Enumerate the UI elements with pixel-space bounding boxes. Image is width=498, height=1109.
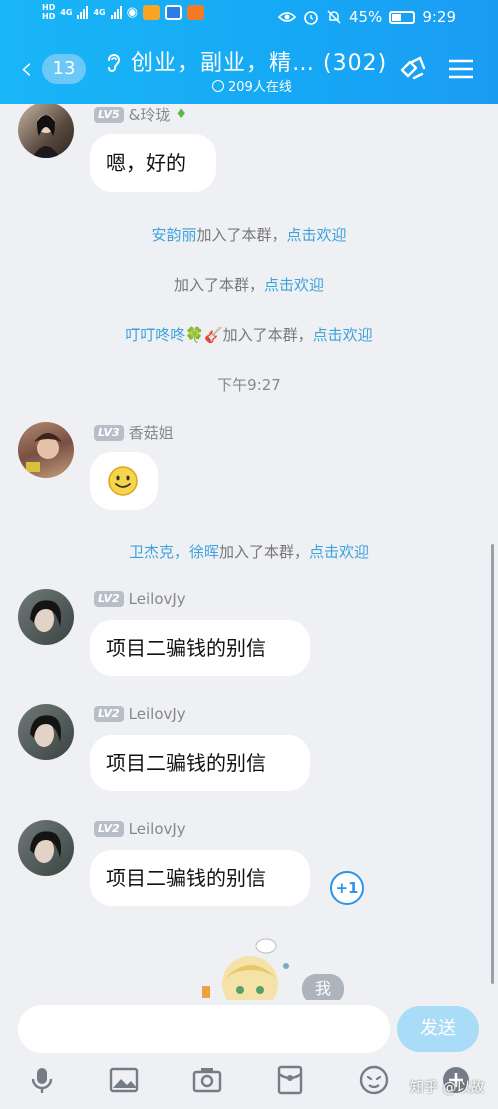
online-indicator: 209人在线 bbox=[212, 76, 292, 95]
welcome-link[interactable]: 点击欢迎 bbox=[287, 226, 347, 244]
sender-row: LV5 &玲珑 ♦ bbox=[94, 104, 187, 125]
joined-user-link[interactable]: 叮叮咚咚🍀🎸 bbox=[125, 326, 222, 344]
level-badge: LV3 bbox=[94, 424, 124, 441]
sender-name: 香菇姐 bbox=[128, 424, 174, 442]
battery-icon bbox=[389, 10, 416, 24]
menu-icon[interactable] bbox=[444, 52, 478, 86]
app-notification-icon-2 bbox=[164, 4, 182, 20]
scrollbar[interactable] bbox=[491, 544, 494, 984]
online-status-icon bbox=[212, 79, 224, 92]
gourd-icon: ♦ bbox=[175, 107, 188, 122]
emoji-icon[interactable] bbox=[358, 1064, 390, 1096]
app-notification-icon-1 bbox=[142, 4, 160, 20]
avatar-photo bbox=[32, 115, 60, 158]
message-bubble[interactable]: 项目二骗钱的别信 bbox=[90, 735, 310, 791]
smile-emoji-icon bbox=[108, 466, 138, 496]
back-chevron-icon[interactable]: ‹ bbox=[20, 52, 33, 84]
join-text: 加入了本群， bbox=[222, 326, 313, 344]
status-left: HD HD 4G 4G ◉ bbox=[42, 3, 204, 21]
plus-one-button[interactable]: +1 bbox=[330, 871, 364, 905]
level-badge: LV2 bbox=[94, 591, 124, 607]
joined-user-link[interactable]: 安韵丽 bbox=[151, 226, 196, 244]
clock: 9:29 bbox=[422, 8, 456, 26]
mute-bell-icon bbox=[327, 10, 341, 24]
join-text: 加入了本群， bbox=[196, 226, 287, 244]
message-bubble[interactable]: 嗯，好的 bbox=[90, 134, 216, 192]
join-notice: 安韵丽加入了本群，点击欢迎 bbox=[0, 224, 498, 245]
avatar[interactable] bbox=[18, 820, 74, 876]
join-notice: 叮叮咚咚🍀🎸加入了本群，点击欢迎 bbox=[0, 324, 498, 345]
level-badge: LV5 bbox=[94, 106, 124, 123]
sender-row: LV2 LeilovJy bbox=[94, 590, 186, 608]
camera-icon[interactable] bbox=[191, 1064, 223, 1096]
signal-icon-1 bbox=[77, 5, 89, 19]
welcome-link[interactable]: 点击欢迎 bbox=[313, 326, 373, 344]
chat-header: HD HD 4G 4G ◉ 45% 9:29 ‹ 13 创业，副业，精… (30… bbox=[0, 0, 498, 104]
avatar[interactable] bbox=[18, 704, 74, 760]
avatar[interactable] bbox=[18, 104, 74, 158]
eye-icon bbox=[277, 12, 296, 22]
message-bubble[interactable]: 项目二骗钱的别信 bbox=[90, 850, 310, 906]
app-notification-icon-3 bbox=[186, 4, 204, 20]
hd-label-2: HD bbox=[42, 12, 56, 21]
input-bar: 发送 知乎 @以故 bbox=[0, 1000, 498, 1109]
hd-label-1: HD bbox=[42, 3, 56, 12]
hd-indicators: HD HD bbox=[42, 3, 55, 21]
network-type-2: 4G bbox=[93, 7, 106, 17]
message-bubble[interactable]: 项目二骗钱的别信 bbox=[90, 620, 310, 676]
joined-user-link[interactable]: 卫杰克，徐晖 bbox=[129, 543, 219, 561]
avatar-photo bbox=[30, 600, 61, 632]
status-bar: HD HD 4G 4G ◉ 45% 9:29 bbox=[0, 0, 498, 34]
online-count: 209人在线 bbox=[228, 80, 292, 95]
floating-me-tag[interactable]: 我 bbox=[302, 974, 344, 1000]
network-type-1: 4G bbox=[60, 7, 73, 17]
message-bubble[interactable] bbox=[90, 452, 158, 510]
image-icon[interactable] bbox=[108, 1064, 140, 1096]
join-text: 加入了本群， bbox=[173, 276, 264, 294]
unread-count-badge[interactable]: 13 bbox=[42, 54, 86, 84]
signal-icon-2 bbox=[110, 5, 122, 19]
sender-row: LV3 香菇姐 bbox=[94, 422, 174, 443]
group-title[interactable]: 创业，副业，精… (302) bbox=[131, 45, 387, 77]
timestamp: 下午9:27 bbox=[217, 376, 281, 394]
sender-row: LV2 LeilovJy bbox=[94, 705, 186, 723]
ear-icon[interactable] bbox=[102, 50, 126, 74]
group-call-icon[interactable] bbox=[396, 52, 430, 86]
welcome-link[interactable]: 点击欢迎 bbox=[264, 276, 324, 294]
sender-name: &玲珑 bbox=[128, 106, 171, 124]
avatar-photo bbox=[30, 715, 61, 747]
watermark: 知乎 @以故 bbox=[410, 1080, 485, 1096]
alarm-icon bbox=[304, 11, 318, 25]
sender-name: LeilovJy bbox=[128, 820, 186, 838]
sender-name: LeilovJy bbox=[128, 705, 186, 723]
level-badge: LV2 bbox=[94, 706, 124, 722]
wechat-icon: ◉ bbox=[126, 4, 138, 20]
send-button[interactable]: 发送 bbox=[397, 1006, 479, 1052]
level-badge: LV2 bbox=[94, 821, 124, 837]
avatar-photo bbox=[30, 831, 61, 863]
welcome-link[interactable]: 点击欢迎 bbox=[309, 543, 369, 561]
microphone-icon[interactable] bbox=[26, 1064, 58, 1096]
avatar[interactable] bbox=[18, 589, 74, 645]
status-right: 45% 9:29 bbox=[277, 8, 456, 26]
message-list[interactable]: LV5 &玲珑 ♦ 嗯，好的 安韵丽加入了本群，点击欢迎 加入了本群，点击欢迎 … bbox=[0, 104, 498, 1000]
sender-row: LV2 LeilovJy bbox=[94, 820, 186, 838]
avatar[interactable] bbox=[18, 422, 74, 478]
avatar-photo bbox=[26, 433, 62, 472]
message-input[interactable] bbox=[18, 1005, 390, 1053]
join-notice: 加入了本群，点击欢迎 bbox=[0, 274, 498, 295]
mascot-character-icon[interactable] bbox=[196, 936, 296, 1000]
battery-percent: 45% bbox=[348, 8, 383, 26]
red-packet-icon[interactable] bbox=[274, 1064, 306, 1096]
sender-name: LeilovJy bbox=[128, 590, 186, 608]
join-text: 加入了本群， bbox=[218, 543, 309, 561]
join-notice: 卫杰克，徐晖加入了本群，点击欢迎 bbox=[0, 541, 498, 562]
